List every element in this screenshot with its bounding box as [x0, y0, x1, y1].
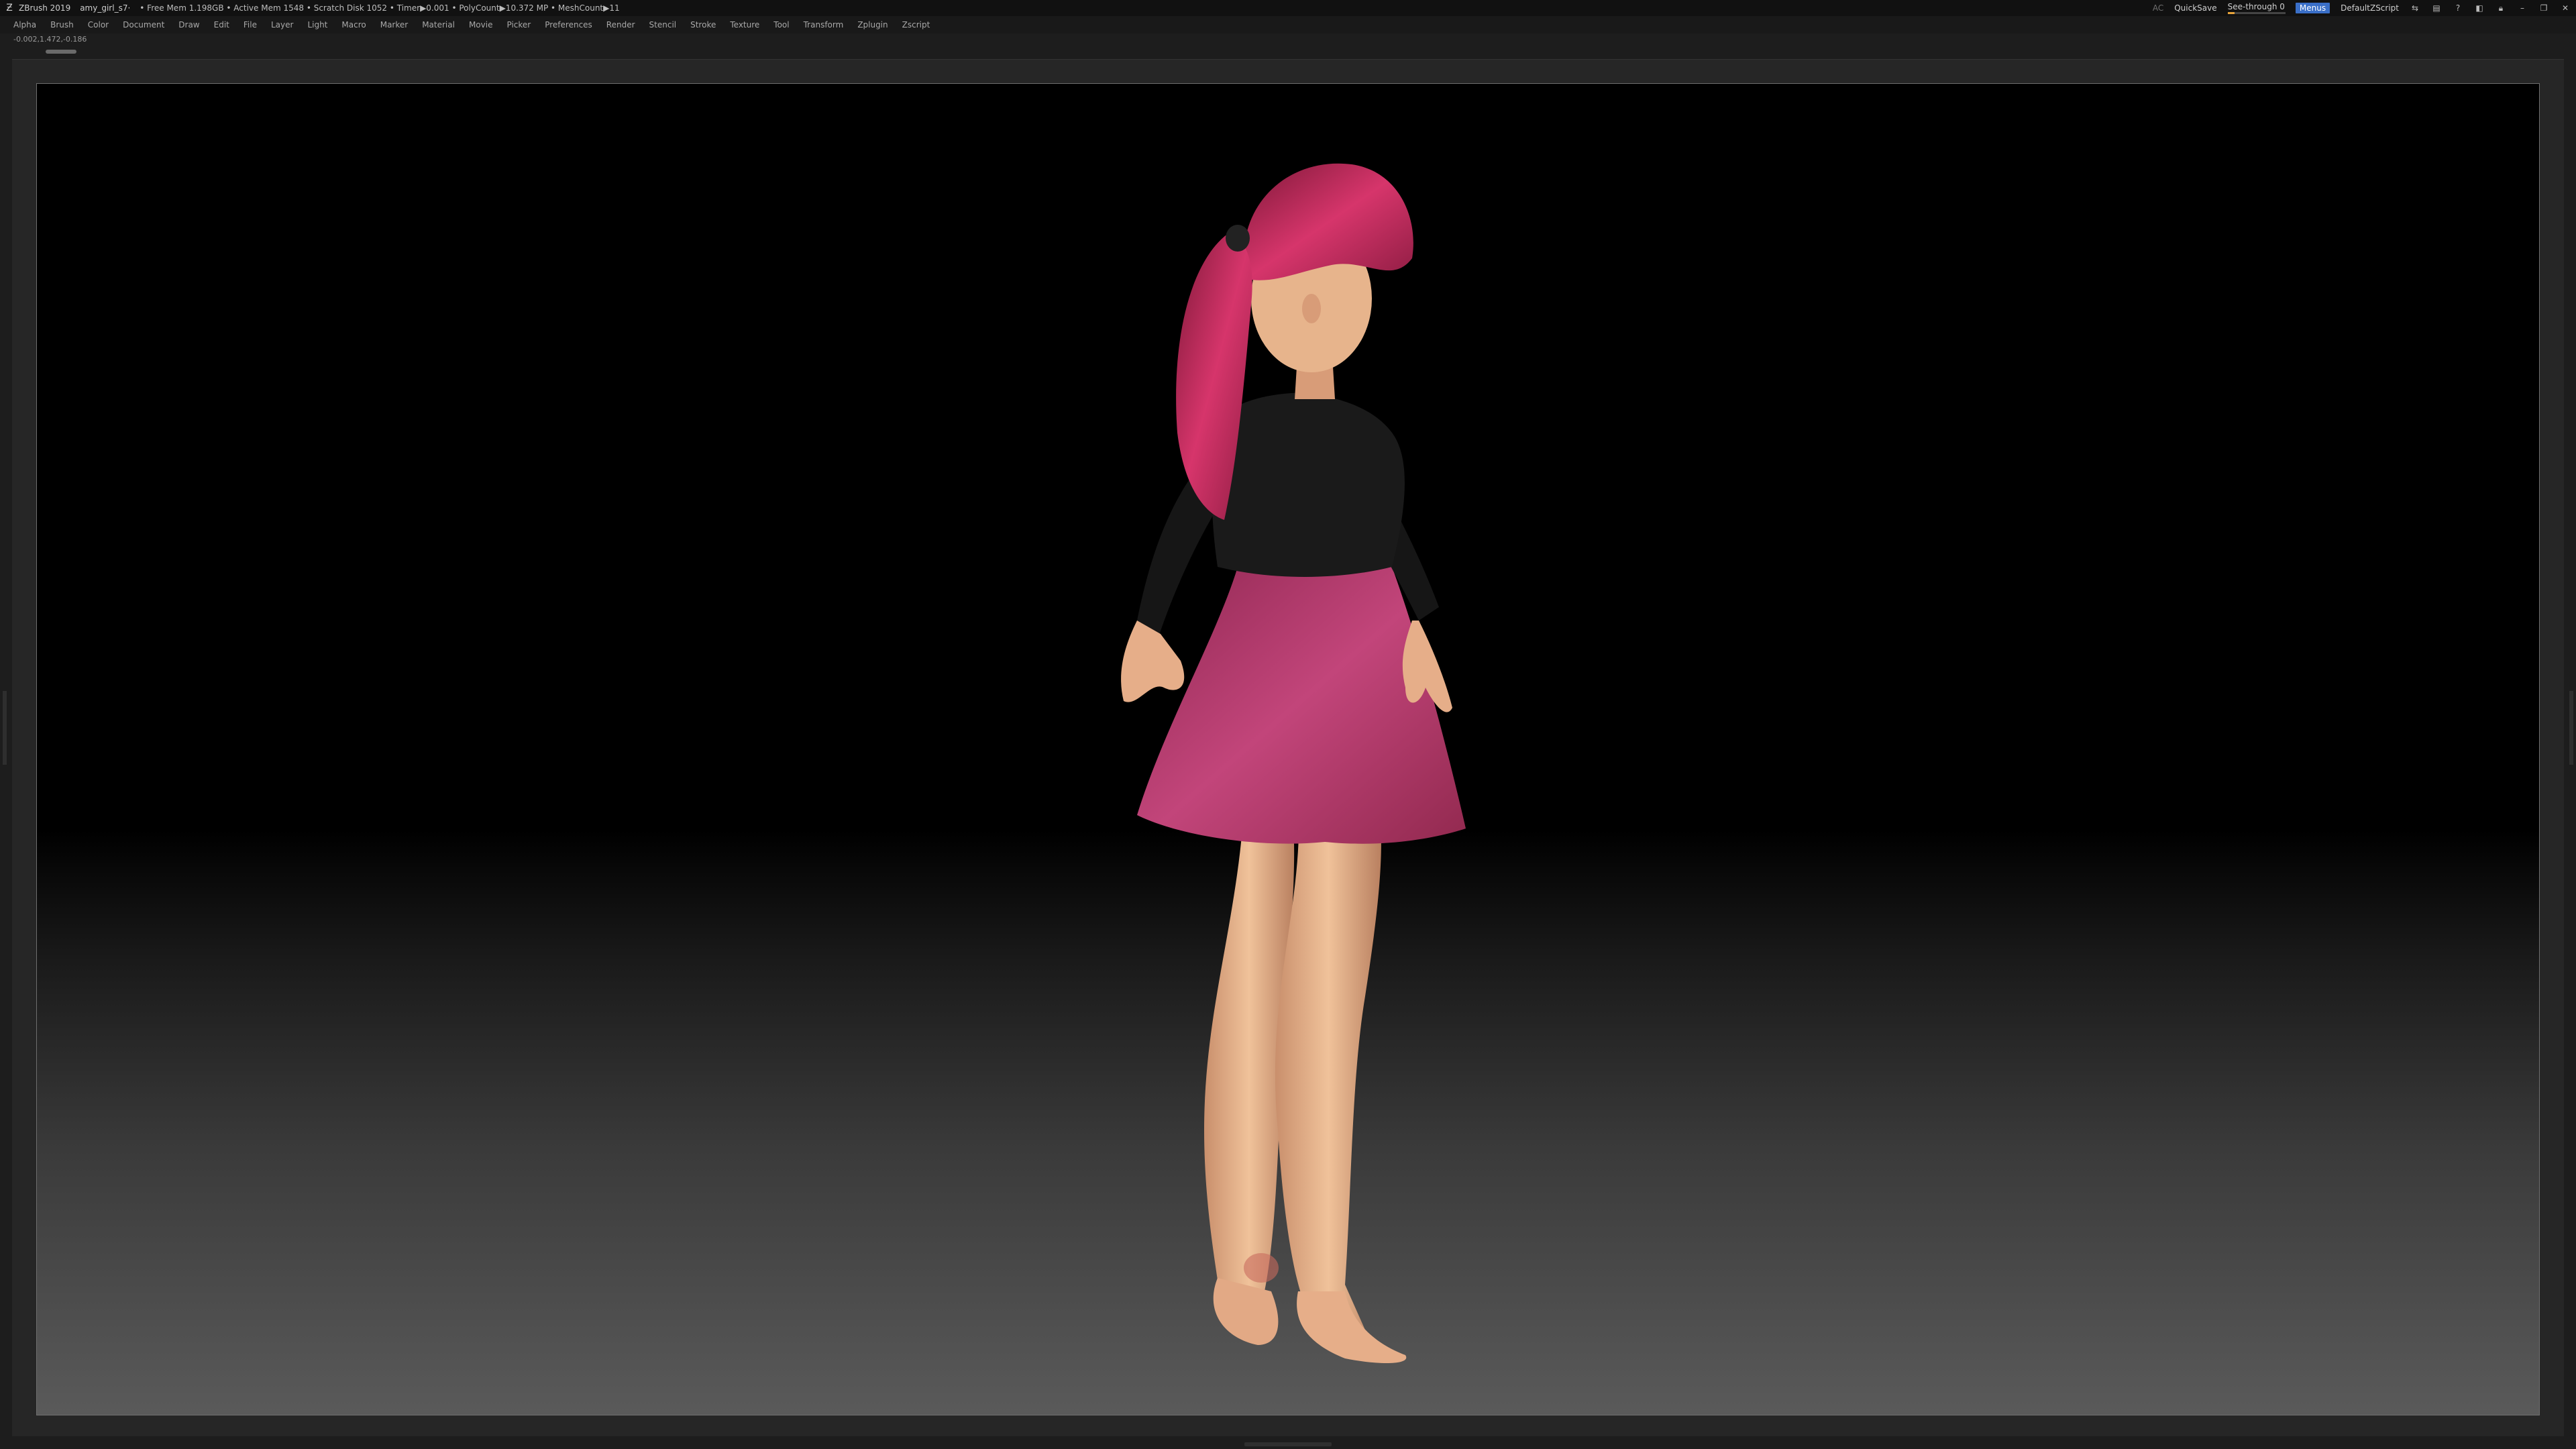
menus-button[interactable]: Menus [2295, 3, 2330, 13]
close-icon[interactable]: ✕ [2560, 3, 2571, 13]
title-bar-right: AC QuickSave See-through 0 Menus Default… [2153, 0, 2571, 16]
top-slider-handle[interactable] [46, 50, 76, 54]
viewport-canvas[interactable] [36, 83, 2540, 1415]
menu-picker[interactable]: Picker [506, 20, 531, 30]
layout-icon[interactable]: ▤ [2431, 3, 2442, 13]
menu-document[interactable]: Document [123, 20, 164, 30]
lock-icon[interactable]: 🔒︎ [2496, 3, 2506, 13]
shirt [1212, 392, 1405, 577]
menu-layer[interactable]: Layer [271, 20, 293, 30]
character-model [1121, 163, 1466, 1363]
hair-bun [1244, 163, 1413, 280]
menu-draw[interactable]: Draw [178, 20, 199, 30]
default-zscript-button[interactable]: DefaultZScript [2341, 3, 2399, 13]
see-through-label: See-through 0 [2227, 2, 2285, 11]
tray-arrows-icon[interactable]: ⇆ [2410, 3, 2420, 13]
ac-button[interactable]: AC [2153, 3, 2163, 13]
menu-brush[interactable]: Brush [50, 20, 74, 30]
menu-texture[interactable]: Texture [730, 20, 759, 30]
menu-preferences[interactable]: Preferences [545, 20, 592, 30]
menu-stencil[interactable]: Stencil [649, 20, 677, 30]
interface-icon[interactable]: ◧ [2474, 3, 2485, 13]
left-hand [1121, 621, 1185, 702]
menu-edit[interactable]: Edit [214, 20, 229, 30]
menu-zscript[interactable]: Zscript [902, 20, 930, 30]
title-bar: Ƶ ZBrush 2019 amy_girl_s7· • Free Mem 1.… [0, 0, 2576, 16]
menu-zplugin[interactable]: Zplugin [857, 20, 888, 30]
ankle-blush [1244, 1253, 1279, 1283]
zbrush-logo-icon: Ƶ [6, 3, 13, 13]
restore-icon[interactable]: ❐ [2538, 3, 2549, 13]
right-tray-handle[interactable] [2569, 691, 2573, 765]
see-through-track [2227, 12, 2286, 14]
menu-render[interactable]: Render [606, 20, 635, 30]
menu-stroke[interactable]: Stroke [690, 20, 716, 30]
menu-light[interactable]: Light [307, 20, 327, 30]
see-through-fill [2227, 12, 2235, 14]
menu-color[interactable]: Color [88, 20, 109, 30]
menu-macro[interactable]: Macro [341, 20, 366, 30]
menu-movie[interactable]: Movie [469, 20, 493, 30]
minimize-icon[interactable]: – [2517, 3, 2528, 13]
app-title: ZBrush 2019 [19, 3, 71, 13]
menu-marker[interactable]: Marker [380, 20, 408, 30]
menu-tool[interactable]: Tool [773, 20, 789, 30]
memory-stats: • Free Mem 1.198GB • Active Mem 1548 • S… [140, 3, 620, 13]
help-icon[interactable]: ? [2453, 3, 2463, 13]
left-tray-handle[interactable] [3, 691, 7, 765]
menu-transform[interactable]: Transform [804, 20, 844, 30]
zbrush-window: Ƶ ZBrush 2019 amy_girl_s7· • Free Mem 1.… [0, 0, 2576, 1449]
menu-bar: Alpha Brush Color Document Draw Edit Fil… [0, 16, 2576, 34]
ear [1302, 294, 1321, 323]
menu-material[interactable]: Material [422, 20, 455, 30]
file-name: amy_girl_s7· [80, 3, 131, 13]
quicksave-button[interactable]: QuickSave [2174, 3, 2216, 13]
hair-tie [1226, 225, 1250, 252]
left-foot [1213, 1278, 1279, 1345]
menu-alpha[interactable]: Alpha [13, 20, 36, 30]
bottom-tray-handle[interactable] [1244, 1442, 1332, 1446]
menu-file[interactable]: File [244, 20, 257, 30]
see-through-slider[interactable]: See-through 0 [2227, 2, 2286, 14]
coordinate-readout: -0.002,1.472,-0.186 [13, 35, 87, 44]
